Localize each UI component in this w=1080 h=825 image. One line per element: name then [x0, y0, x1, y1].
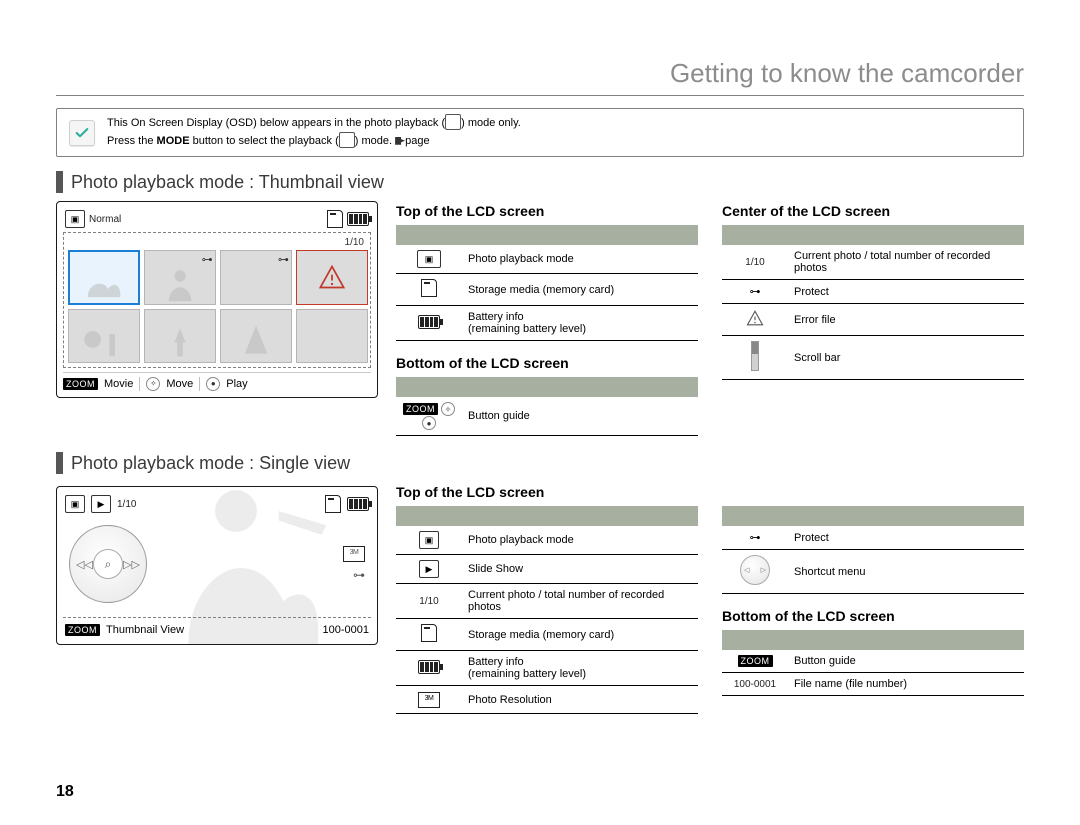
zoom-chip-icon: ZOOM: [65, 624, 100, 636]
heading-bar-icon: [56, 171, 63, 193]
move-label: Move: [166, 378, 193, 390]
card-icon: [327, 210, 343, 228]
slideshow-icon: ▶: [419, 560, 439, 578]
battery-icon: [347, 497, 369, 511]
thumbnail-1[interactable]: [68, 250, 140, 305]
zoom-chip-icon: ZOOM: [403, 403, 438, 415]
photo-mode-inline-icon: [445, 114, 461, 130]
center-lcd-heading: Center of the LCD screen: [722, 203, 1024, 219]
battery-icon: [347, 212, 369, 226]
battery-icon: [418, 315, 440, 329]
dot-icon: ●: [422, 416, 436, 430]
top-lcd-heading-2: Top of the LCD screen: [396, 484, 698, 500]
section-single-heading: Photo playback mode : Single view: [56, 452, 1024, 474]
slideshow-icon: ▶: [91, 495, 111, 513]
shortcut-menu-icon[interactable]: ◁◁ ⌕ ▷▷: [69, 525, 147, 603]
thumbnail-8[interactable]: [296, 309, 368, 364]
table-single-top-right: . ⊶Protect ◁▷Shortcut menu: [722, 506, 1024, 594]
normal-label: Normal: [89, 214, 121, 225]
move-dot-icon: ✧: [146, 377, 160, 391]
photo-mode-icon: ▣: [65, 210, 85, 228]
count-label: 1/10: [722, 245, 788, 280]
play-label: Play: [226, 378, 247, 390]
prev-arrow-icon: ◁◁: [76, 558, 93, 571]
key-icon: ⊶: [722, 526, 788, 550]
resolution-icon: 3M: [343, 546, 365, 562]
table-single-bottom: . ZOOMButton guide 100-0001File name (fi…: [722, 630, 1024, 696]
thumbnail-view-label: Thumbnail View: [106, 624, 184, 636]
card-icon: [325, 495, 341, 513]
thumbnail-7[interactable]: [220, 309, 292, 364]
key-icon: ⊶: [353, 568, 365, 582]
lcd-single-view: ▣ ▶ 1/10 ◁◁ ⌕ ▷▷: [56, 486, 378, 645]
photo-count: 1/10: [68, 237, 366, 250]
battery-icon: [418, 660, 440, 674]
table-thumb-bottom: . ZOOM ✧ ●Button guide: [396, 377, 698, 436]
section-thumbnail-heading: Photo playback mode : Thumbnail view: [56, 171, 1024, 193]
resolution-icon: 3M: [418, 692, 440, 708]
bottom-lcd-heading: Bottom of the LCD screen: [396, 355, 698, 371]
key-icon: ⊶: [278, 253, 289, 266]
photo-count: 1/10: [117, 499, 136, 510]
table-single-top-left: . ▣Photo playback mode ▶Slide Show 1/10C…: [396, 506, 698, 714]
thumbnail-2[interactable]: ⊶: [144, 250, 216, 305]
info-text: This On Screen Display (OSD) below appea…: [107, 115, 521, 150]
playback-mode-inline-icon: [339, 132, 355, 148]
top-lcd-heading: Top of the LCD screen: [396, 203, 698, 219]
play-dot-icon: ●: [206, 377, 220, 391]
file-name-label: 100-0001: [323, 624, 370, 636]
lcd-thumbnail-view: ▣ Normal 1/10 ⊶ ⊶: [56, 201, 378, 398]
check-icon: [69, 120, 95, 146]
page-title: Getting to know the camcorder: [56, 58, 1024, 96]
info-callout: This On Screen Display (OSD) below appea…: [56, 108, 1024, 157]
warn-icon: [744, 309, 766, 327]
zoom-chip-icon: ZOOM: [738, 655, 773, 667]
file-label: 100-0001: [722, 673, 788, 696]
card-icon: [421, 279, 437, 297]
dot-icon: ✧: [441, 402, 455, 416]
movie-label: Movie: [104, 378, 133, 390]
thumbnail-3[interactable]: ⊶: [220, 250, 292, 305]
zoom-center-icon: ⌕: [93, 549, 123, 579]
count-label: 1/10: [396, 584, 462, 619]
photo-mode-icon: ▣: [417, 250, 441, 268]
scrollbar-icon: [751, 341, 759, 371]
thumbnail-5[interactable]: [68, 309, 140, 363]
key-icon: ⊶: [722, 280, 788, 304]
card-icon: [421, 624, 437, 642]
thumbnail-6[interactable]: [144, 309, 216, 364]
heading-bar-icon: [56, 452, 63, 474]
table-thumb-top: . ▣Photo playback mode Storage media (me…: [396, 225, 698, 341]
arrow-right-icon: [395, 137, 405, 145]
photo-mode-icon: ▣: [65, 495, 85, 513]
photo-mode-icon: ▣: [419, 531, 439, 549]
zoom-chip-icon: ZOOM: [63, 378, 98, 390]
next-arrow-icon: ▷▷: [123, 558, 140, 571]
page-number: 18: [56, 783, 74, 801]
shortcut-icon: ◁▷: [740, 555, 770, 585]
table-thumb-center: . 1/10Current photo / total number of re…: [722, 225, 1024, 380]
bottom-lcd-heading-2: Bottom of the LCD screen: [722, 608, 1024, 624]
thumbnail-4-error[interactable]: [296, 250, 368, 305]
